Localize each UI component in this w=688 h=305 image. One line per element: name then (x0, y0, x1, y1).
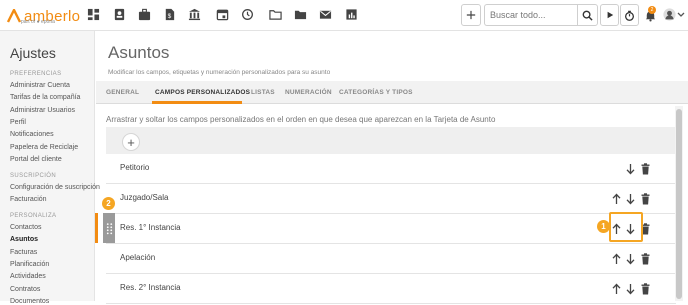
trash-icon[interactable] (639, 192, 651, 206)
field-label: Res. 1° Instancia (120, 223, 181, 232)
trash-icon[interactable] (639, 162, 651, 176)
sidebar-item-planning[interactable]: Planificación (10, 261, 49, 268)
sidebar-item-subscription-settings[interactable]: Configuración de suscripción (10, 184, 100, 191)
sidebar-item-activities[interactable]: Actividades (10, 273, 46, 280)
svg-text:$: $ (167, 13, 171, 20)
trash-icon[interactable] (639, 252, 651, 266)
tab-general[interactable]: GENERAL (106, 89, 139, 96)
arrow-down-icon[interactable] (624, 162, 636, 176)
list-item[interactable]: Petitorio (106, 154, 676, 184)
reports-icon[interactable] (344, 7, 358, 21)
sidebar-item-admin-account[interactable]: Administrar Cuenta (10, 82, 70, 89)
tab-lists[interactable]: LISTAS (251, 89, 275, 96)
drag-indicator-bar (95, 213, 98, 243)
contacts-icon[interactable] (112, 7, 126, 21)
sidebar-section-subscription: SUSCRIPCIÓN (10, 173, 57, 179)
chevron-down-icon[interactable] (677, 9, 685, 19)
list-item[interactable]: Apelación (106, 244, 676, 274)
field-label: Petitorio (120, 163, 150, 172)
sidebar-item-documents[interactable]: Documentos (10, 298, 49, 305)
callout-badge-2: 2 (102, 197, 115, 210)
sidebar-section-customize: PERSONALIZA (10, 213, 57, 219)
folder-icon[interactable] (268, 7, 282, 21)
brand-subtitle: part of ● epona (21, 19, 55, 25)
amberlo-logo-icon (6, 9, 22, 23)
dashboard-icon[interactable] (86, 7, 100, 21)
avatar[interactable] (661, 6, 677, 22)
field-label: Juzgado/Sala (120, 193, 169, 202)
sidebar-item-profile[interactable]: Perfil (10, 119, 26, 126)
plus-icon (466, 10, 476, 20)
active-tab-indicator (152, 101, 242, 104)
add-field-bar (106, 127, 676, 154)
add-new-button[interactable] (461, 4, 481, 26)
notification-badge: 2 (648, 6, 656, 14)
sidebar-item-contacts[interactable]: Contactos (10, 224, 42, 231)
sidebar-item-users[interactable]: Administrar Usuarios (10, 107, 75, 114)
sidebar-item-matters[interactable]: Asuntos (10, 236, 38, 243)
sidebar-item-billing[interactable]: Facturación (10, 196, 47, 203)
arrow-down-icon[interactable] (624, 282, 636, 296)
history-icon[interactable] (240, 7, 254, 21)
play-timer-button[interactable] (600, 4, 619, 26)
bank-icon[interactable] (187, 7, 201, 21)
tab-numbering[interactable]: NUMERACIÓN (285, 89, 332, 96)
page-title: Asuntos (108, 43, 170, 62)
search-input[interactable]: Buscar todo... (484, 4, 578, 26)
tab-categories-types[interactable]: CATEGORÍAS Y TIPOS (339, 89, 413, 96)
list-item[interactable]: Juzgado/Sala (106, 184, 676, 214)
main-content: Asuntos Modificar los campos, etiquetas … (96, 31, 688, 304)
arrow-up-icon[interactable] (610, 192, 622, 206)
sidebar-title: Ajustes (10, 45, 56, 61)
sidebar-item-invoices[interactable]: Facturas (10, 249, 37, 256)
add-field-button[interactable]: + (122, 133, 140, 151)
field-label: Apelación (120, 253, 156, 262)
sidebar-item-contracts[interactable]: Contratos (10, 286, 40, 293)
list-item[interactable]: Res. 2° Instancia (106, 274, 676, 304)
mail-icon[interactable] (318, 7, 332, 21)
settings-sidebar: Ajustes PREFERENCIAS Administrar Cuenta … (0, 31, 100, 305)
callout-badge-1: 1 (597, 220, 610, 233)
stopwatch-icon (625, 10, 634, 21)
arrow-down-icon[interactable] (624, 192, 636, 206)
search-icon (582, 10, 593, 21)
calendar-icon[interactable] (215, 7, 229, 21)
sidebar-item-notifications[interactable]: Notificaciones (10, 131, 54, 138)
sidebar-item-recycle-bin[interactable]: Papelera de Reciclaje (10, 144, 78, 151)
list-item[interactable]: Res. 1° Instancia (106, 214, 676, 244)
page-subtitle: Modificar los campos, etiquetas y numera… (108, 69, 331, 76)
field-label: Res. 2° Instancia (120, 283, 181, 292)
scrollbar[interactable] (675, 106, 683, 301)
top-bar: amberlo part of ● epona $ Buscar todo...… (0, 0, 688, 31)
tab-custom-fields[interactable]: CAMPOS PERSONALIZADOS (155, 89, 250, 96)
scrollbar-thumb[interactable] (676, 109, 682, 299)
stopwatch-button[interactable] (620, 4, 639, 26)
document-icon[interactable]: $ (162, 7, 176, 21)
trash-icon[interactable] (639, 282, 651, 296)
arrow-up-icon[interactable] (610, 252, 622, 266)
play-icon (607, 11, 613, 19)
search-button[interactable] (577, 4, 598, 26)
drag-handle-icon[interactable] (103, 213, 115, 243)
sidebar-section-preferences: PREFERENCIAS (10, 71, 62, 77)
arrow-down-icon[interactable] (624, 252, 636, 266)
sidebar-item-rates[interactable]: Tarifas de la compañía (10, 94, 80, 101)
instructions-text: Arrastrar y soltar los campos personaliz… (106, 115, 496, 124)
folder-open-icon[interactable] (293, 7, 307, 21)
sidebar-item-client-portal[interactable]: Portal del cliente (10, 156, 62, 163)
arrow-up-icon[interactable] (610, 282, 622, 296)
briefcase-icon[interactable] (137, 7, 151, 21)
highlight-arrows-box (609, 212, 643, 242)
